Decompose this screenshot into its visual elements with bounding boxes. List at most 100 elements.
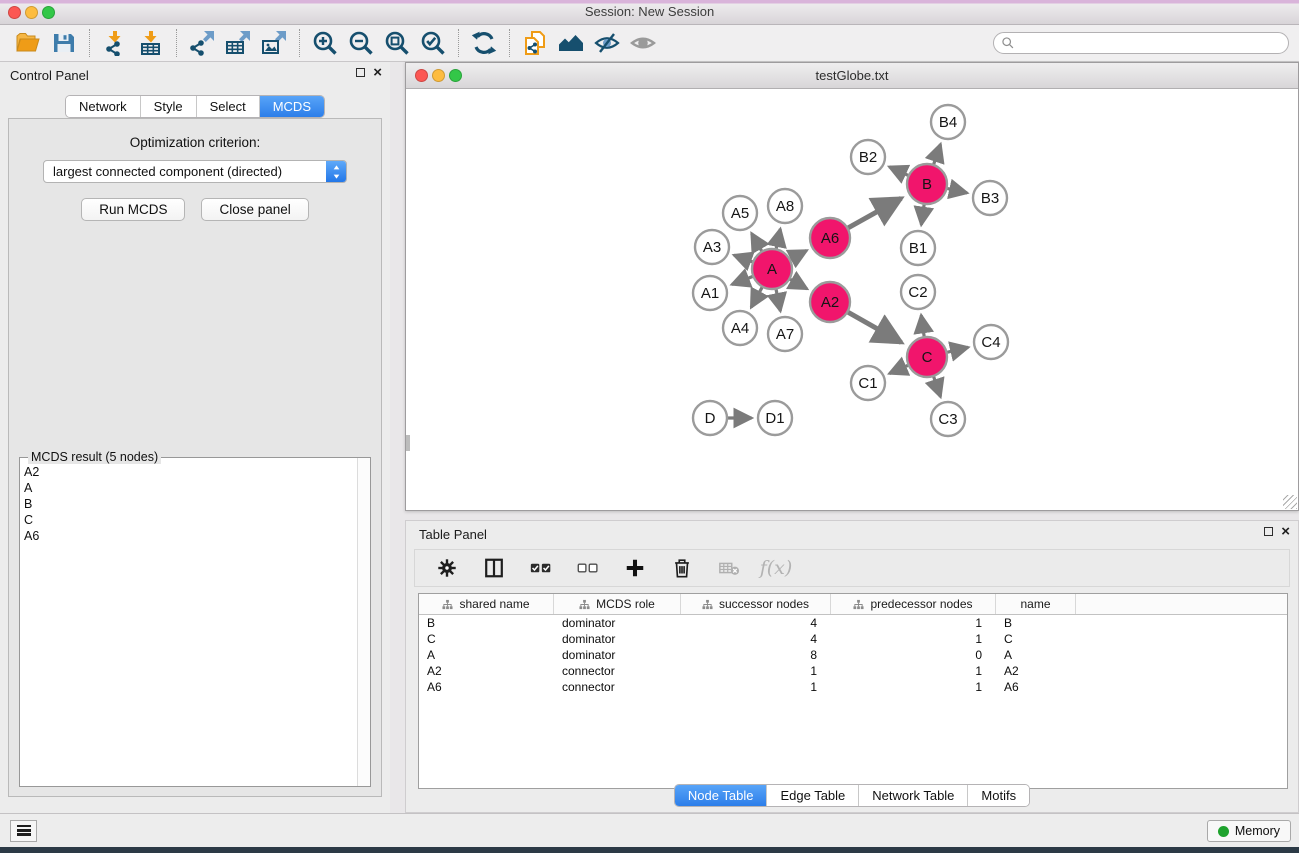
mcds-result-item-a6[interactable]: A6 <box>24 528 352 544</box>
graph-node-C[interactable]: C <box>907 337 947 377</box>
table-row[interactable]: A6connector11A6 <box>419 679 1287 695</box>
graph-node-D[interactable]: D <box>693 401 727 435</box>
tab-motifs[interactable]: Motifs <box>968 785 1029 806</box>
import-table-button[interactable] <box>133 27 169 59</box>
close-panel-button[interactable]: Close panel <box>201 198 308 221</box>
table-row[interactable]: A2connector11A2 <box>419 663 1287 679</box>
memory-button[interactable]: Memory <box>1207 820 1291 842</box>
add-column-button[interactable] <box>622 554 648 582</box>
graph-node-B1[interactable]: B1 <box>901 231 935 265</box>
result-scrollbar[interactable] <box>357 458 370 786</box>
export-image-button[interactable] <box>256 27 292 59</box>
export-table-button[interactable] <box>220 27 256 59</box>
graph-node-A1[interactable]: A1 <box>693 276 727 310</box>
zoom-in-button[interactable] <box>307 27 343 59</box>
graph-node-B2[interactable]: B2 <box>851 140 885 174</box>
table-row[interactable]: Bdominator41B <box>419 615 1287 631</box>
table-panel-header: Table Panel × <box>406 521 1298 547</box>
import-network-button[interactable] <box>97 27 133 59</box>
deselect-all-columns-button[interactable] <box>575 554 601 582</box>
export-network-button[interactable] <box>184 27 220 59</box>
function-builder-button[interactable]: f(x) <box>763 554 789 582</box>
network-window-titlebar[interactable]: testGlobe.txt <box>406 63 1298 89</box>
graph-node-A5[interactable]: A5 <box>723 196 757 230</box>
column-header-shared-name[interactable]: shared name <box>419 594 554 614</box>
column-header-successor-nodes[interactable]: successor nodes <box>681 594 831 614</box>
refresh-icon <box>471 30 497 56</box>
panel-edge-handle[interactable] <box>406 435 410 451</box>
column-label: name <box>1020 597 1050 611</box>
search-input[interactable] <box>1015 34 1288 52</box>
graph-node-label: D <box>705 410 716 427</box>
graph-node-A6[interactable]: A6 <box>810 218 850 258</box>
mcds-result-item-b[interactable]: B <box>24 496 352 512</box>
table-float-panel-icon[interactable] <box>1264 527 1273 536</box>
tab-style[interactable]: Style <box>141 96 197 117</box>
criterion-dropdown[interactable]: largest connected component (directed) <box>43 160 347 183</box>
graph-node-label: A4 <box>731 320 749 337</box>
zoom-fit-button[interactable] <box>379 27 415 59</box>
graph-node-A[interactable]: A <box>752 249 792 289</box>
mcds-result-item-a[interactable]: A <box>24 480 352 496</box>
window-resize-grip[interactable] <box>1283 495 1297 509</box>
table-header-row: shared nameMCDS rolesuccessor nodesprede… <box>419 594 1287 615</box>
column-selector-button[interactable] <box>481 554 507 582</box>
tab-network-table[interactable]: Network Table <box>859 785 968 806</box>
graph-node-label: C2 <box>908 284 927 301</box>
settings-button[interactable] <box>434 554 460 582</box>
clone-network-button[interactable] <box>517 27 553 59</box>
mcds-result-item-a2[interactable]: A2 <box>24 464 352 480</box>
graph-node-A8[interactable]: A8 <box>768 189 802 223</box>
graph-node-C4[interactable]: C4 <box>974 325 1008 359</box>
hide-labels-button[interactable] <box>589 27 625 59</box>
tab-node-table[interactable]: Node Table <box>675 785 768 806</box>
tab-network[interactable]: Network <box>66 96 141 117</box>
toolbar-separator <box>509 29 510 57</box>
graph-node-A7[interactable]: A7 <box>768 317 802 351</box>
task-history-button[interactable] <box>10 820 37 842</box>
graph-node-C2[interactable]: C2 <box>901 275 935 309</box>
open-session-icon <box>15 30 41 56</box>
graph-node-A3[interactable]: A3 <box>695 230 729 264</box>
delete-column-icon <box>671 557 693 579</box>
network-canvas[interactable]: B4 B2 B B3 A5 A8A6 A3 B1 A A1 C2 A2 A4 A7 C4 C C1 C3 D D1 <box>406 90 1298 510</box>
zoom-out-button[interactable] <box>343 27 379 59</box>
column-header-predecessor-nodes[interactable]: predecessor nodes <box>831 594 996 614</box>
save-session-button[interactable] <box>46 27 82 59</box>
network-window: testGlobe.txt B4 B2 B B3 A5 A8A6 A3 B1 A A1 C2 A2 A4… <box>405 62 1299 511</box>
open-session-button[interactable] <box>10 27 46 59</box>
graph-node-D1[interactable]: D1 <box>758 401 792 435</box>
graph-node-B[interactable]: B <box>907 164 947 204</box>
table-close-panel-icon[interactable]: × <box>1281 527 1290 536</box>
tab-select[interactable]: Select <box>197 96 260 117</box>
search-box[interactable] <box>993 32 1289 54</box>
mcds-result-item-c[interactable]: C <box>24 512 352 528</box>
zoom-selected-button[interactable] <box>415 27 451 59</box>
toolbar-separator <box>299 29 300 57</box>
graph-node-A2[interactable]: A2 <box>810 282 850 322</box>
show-view-icon <box>630 30 656 56</box>
cell-shared-name: A6 <box>419 680 554 694</box>
delete-table-button[interactable] <box>716 554 742 582</box>
delete-column-button[interactable] <box>669 554 695 582</box>
graph-node-B4[interactable]: B4 <box>931 105 965 139</box>
run-mcds-button[interactable]: Run MCDS <box>81 198 185 221</box>
graph-node-B3[interactable]: B3 <box>973 181 1007 215</box>
home-view-button[interactable] <box>553 27 589 59</box>
column-header-mcds-role[interactable]: MCDS role <box>554 594 681 614</box>
close-panel-icon[interactable]: × <box>373 68 382 77</box>
column-header-name[interactable]: name <box>996 594 1076 614</box>
show-view-button[interactable] <box>625 27 661 59</box>
graph-node-C1[interactable]: C1 <box>851 366 885 400</box>
column-selector-icon <box>483 557 505 579</box>
cell-successor-nodes: 8 <box>681 648 831 662</box>
tab-edge-table[interactable]: Edge Table <box>767 785 859 806</box>
tab-mcds[interactable]: MCDS <box>260 96 324 117</box>
graph-node-C3[interactable]: C3 <box>931 402 965 436</box>
refresh-button[interactable] <box>466 27 502 59</box>
table-row[interactable]: Adominator80A <box>419 647 1287 663</box>
table-row[interactable]: Cdominator41C <box>419 631 1287 647</box>
float-panel-icon[interactable] <box>356 68 365 77</box>
select-all-columns-button[interactable] <box>528 554 554 582</box>
graph-node-A4[interactable]: A4 <box>723 311 757 345</box>
